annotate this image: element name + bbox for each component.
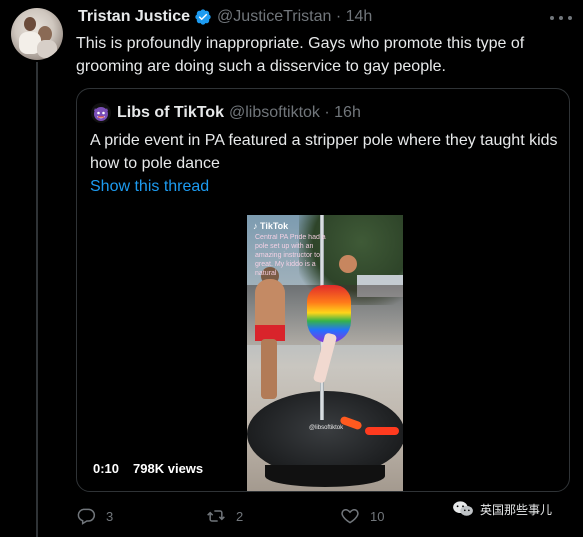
quote-header: Libs of TikTok @libsoftiktok · 16h bbox=[91, 103, 361, 123]
video-man-legs bbox=[261, 339, 277, 399]
tweet-header: Tristan Justice @JusticeTristan · 14h bbox=[78, 8, 372, 26]
tweet-time[interactable]: 14h bbox=[346, 8, 373, 25]
reply-icon bbox=[77, 508, 96, 525]
wechat-watermark: 英国那些事儿 bbox=[452, 500, 552, 518]
quote-author-handle[interactable]: @libsoftiktok bbox=[229, 104, 320, 121]
video-views: 798K views bbox=[133, 461, 204, 476]
separator-dot: · bbox=[324, 104, 335, 121]
quote-avatar bbox=[91, 103, 111, 123]
reply-button[interactable]: 3 bbox=[76, 506, 113, 526]
thread-connector-line bbox=[36, 62, 38, 537]
separator-dot: · bbox=[335, 8, 346, 25]
author-handle[interactable]: @JusticeTristan bbox=[217, 8, 331, 25]
avatar[interactable] bbox=[11, 8, 63, 60]
video-watermark: @libsoftiktok bbox=[309, 425, 344, 431]
author-name[interactable]: Tristan Justice bbox=[78, 8, 190, 26]
show-thread-link[interactable]: Show this thread bbox=[90, 178, 209, 196]
video-duration: 0:10 bbox=[93, 461, 120, 476]
video-overlay-text: Central PA Pride had a pole set up with … bbox=[255, 234, 326, 277]
like-count: 10 bbox=[370, 508, 385, 524]
tweet-text: This is profoundly inappropriate. Gays w… bbox=[76, 35, 525, 75]
like-button[interactable]: 10 bbox=[340, 506, 384, 526]
video-stage-base bbox=[265, 465, 385, 487]
quote-text: A pride event in PA featured a stripper … bbox=[90, 132, 558, 172]
devil-emoji-icon bbox=[94, 107, 108, 121]
quote-author-name[interactable]: Libs of TikTok bbox=[117, 104, 224, 122]
video-shoe bbox=[365, 427, 399, 435]
video-player[interactable]: ♪ TikTok Central PA Pride had a pole set… bbox=[247, 215, 403, 491]
quote-time[interactable]: 16h bbox=[334, 104, 361, 121]
retweet-button[interactable]: 2 bbox=[206, 506, 243, 526]
quoted-tweet[interactable]: Libs of TikTok @libsoftiktok · 16h A pri… bbox=[76, 88, 570, 492]
reply-count: 3 bbox=[106, 508, 114, 524]
video-meta: 0:10 798K views bbox=[93, 461, 203, 476]
verified-badge-icon bbox=[195, 9, 211, 25]
retweet-icon bbox=[207, 510, 225, 522]
video-kid-head bbox=[339, 255, 357, 273]
wechat-icon bbox=[453, 501, 473, 516]
heart-icon bbox=[341, 508, 359, 524]
tiktok-brand: TikTok bbox=[260, 221, 289, 231]
tiktok-label: ♪ TikTok bbox=[253, 221, 289, 231]
retweet-count: 2 bbox=[236, 508, 244, 524]
more-options-icon[interactable] bbox=[550, 14, 572, 22]
wechat-watermark-text: 英国那些事儿 bbox=[480, 502, 553, 517]
